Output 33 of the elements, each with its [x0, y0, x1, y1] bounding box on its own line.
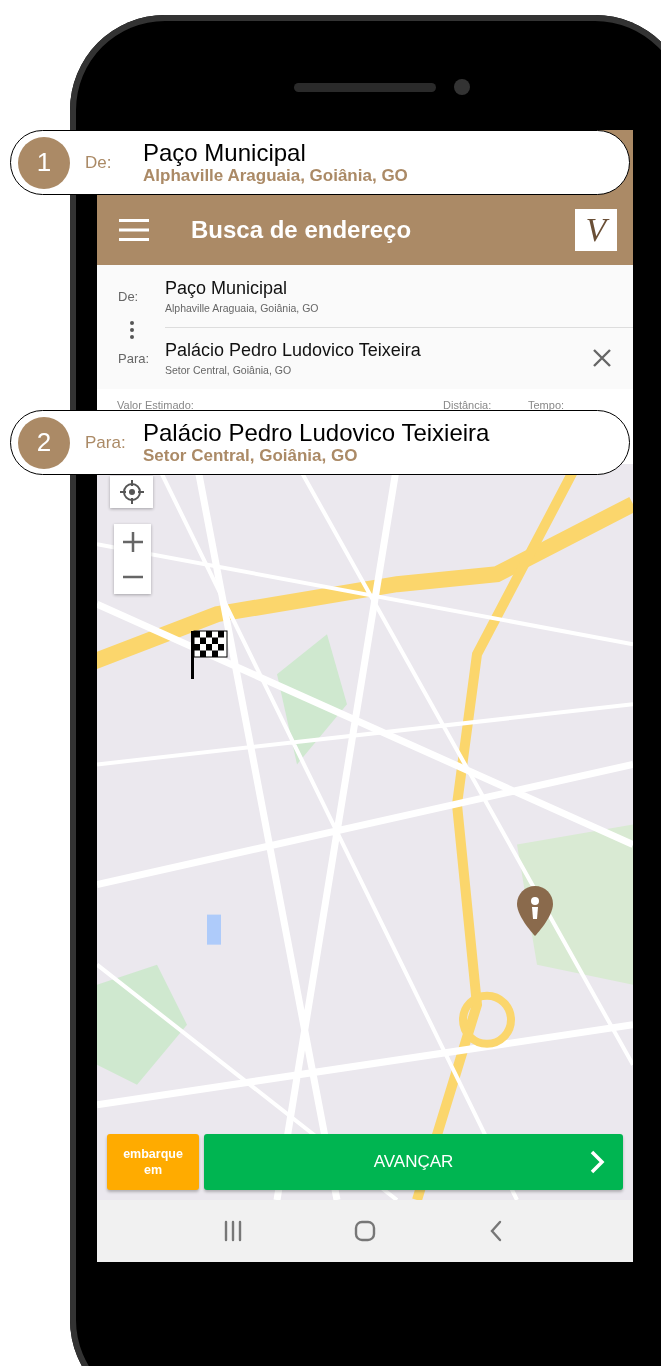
place-name: Paço Municipal — [143, 140, 307, 166]
place-address: Alphaville Araguaia, Goiânia, GO — [143, 166, 408, 185]
checkered-flag-icon — [190, 629, 228, 679]
place-address: Setor Central, Goiânia, GO — [143, 446, 359, 465]
brand-logo: V — [575, 209, 617, 251]
summary-label: Tempo: — [528, 399, 565, 411]
minus-icon — [121, 574, 144, 579]
zoom-out-button[interactable] — [114, 559, 151, 594]
field-label: De: — [85, 152, 113, 173]
screen-title: Busca de endereço — [191, 216, 413, 244]
place-name[interactable]: Palácio Pedro Ludovico Teixeira — [165, 339, 591, 361]
place-name: Palácio Pedro Ludovico Teixieira — [143, 420, 490, 446]
menu-icon[interactable] — [119, 219, 149, 241]
field-label: De: — [117, 288, 140, 304]
plus-icon — [121, 530, 144, 553]
more-icon — [130, 321, 134, 339]
crosshair-icon — [118, 479, 145, 505]
summary-label: Distância: — [443, 399, 492, 411]
place-address: Alphaville Araguaia, Goiânia, GO — [165, 301, 320, 314]
chevron-right-icon — [589, 1150, 605, 1174]
camera-lens — [454, 79, 470, 95]
place-name[interactable]: Paço Municipal — [165, 277, 633, 299]
locate-button[interactable] — [110, 476, 153, 508]
home-icon[interactable] — [353, 1219, 377, 1243]
close-icon[interactable] — [591, 347, 613, 369]
step-number: 2 — [18, 416, 70, 469]
zoom-in-button[interactable] — [114, 524, 151, 559]
field-label: Para: — [85, 432, 127, 453]
map-pin-icon — [517, 886, 553, 936]
summary-label: Valor Estimado: — [117, 399, 194, 411]
place-address: Setor Central, Goiânia, GO — [165, 363, 293, 376]
field-label: Para: — [117, 350, 151, 366]
step-number: 1 — [18, 136, 70, 189]
